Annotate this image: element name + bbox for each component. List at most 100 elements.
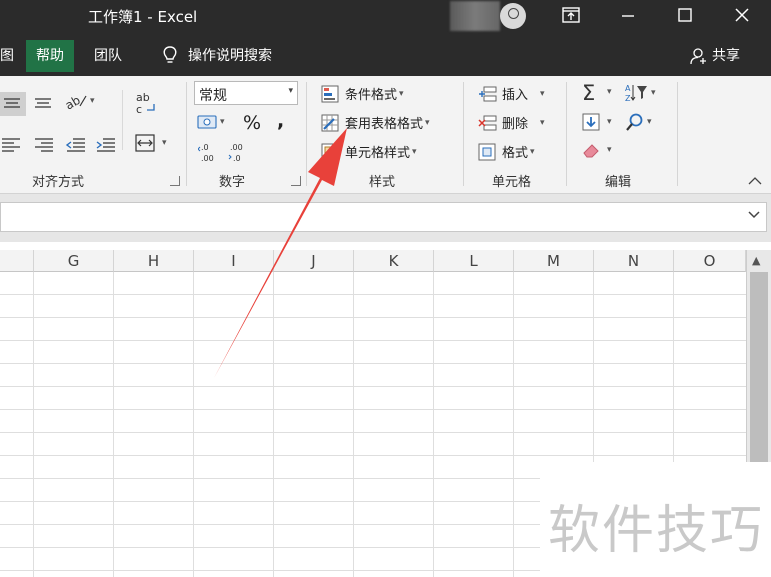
chevron-down-icon: ▾ (90, 96, 95, 106)
maximize-button[interactable] (657, 0, 713, 30)
scroll-up-arrow-icon[interactable]: ▲ (752, 254, 760, 267)
increase-indent-button[interactable] (94, 134, 116, 154)
increase-decimal-button[interactable]: .0.00 (198, 140, 220, 164)
align-middle-icon (35, 98, 51, 108)
column-header-o[interactable]: O (674, 250, 746, 272)
format-as-table-button[interactable]: 套用表格格式 ▾ (321, 113, 430, 132)
align-top-button[interactable] (0, 92, 26, 116)
currency-icon (197, 115, 217, 129)
accounting-format-button[interactable]: ▾ (196, 112, 225, 132)
collapse-ribbon-button[interactable] (748, 176, 762, 186)
find-select-button[interactable]: ▾ (625, 112, 652, 132)
percent-style-button[interactable]: % (243, 112, 261, 134)
wrap-text-button[interactable]: ab c (134, 90, 158, 116)
delete-cells-label: 删除 (502, 117, 529, 132)
chevron-down-icon: ▾ (607, 87, 612, 97)
column-header-k[interactable]: K (354, 250, 434, 272)
tab-view[interactable]: 图 (0, 40, 24, 72)
formula-bar-input[interactable] (0, 202, 767, 232)
merge-center-button[interactable]: ▾ (134, 132, 167, 154)
svg-text:.0: .0 (201, 143, 209, 152)
align-right-button[interactable] (32, 134, 54, 154)
decrease-indent-button[interactable] (64, 134, 86, 154)
number-format-value: 常规 (199, 88, 227, 104)
tell-me-label: 操作说明搜索 (188, 48, 272, 64)
insert-cells-button[interactable]: 插入 ▾ (478, 84, 545, 103)
clear-button[interactable]: ▾ (581, 140, 612, 160)
close-button[interactable] (714, 0, 770, 30)
fill-button[interactable]: ▾ (581, 112, 612, 132)
editing-group: Σ ▾ AZ ▾ ▾ ▾ ▾ 编辑 (567, 76, 677, 194)
chevron-down-icon: ▾ (399, 88, 404, 99)
user-avatar[interactable] (450, 1, 528, 31)
delete-cells-button[interactable]: 删除 ▾ (478, 113, 545, 132)
svg-text:.00: .00 (230, 143, 243, 152)
format-cells-icon (478, 143, 496, 160)
chevron-down-icon (748, 211, 760, 219)
cells-group: 插入 ▾ 删除 ▾ 格式 ▾ 单元格 (464, 76, 566, 194)
cell-styles-button[interactable]: 单元格样式 ▾ (321, 142, 417, 161)
conditional-formatting-button[interactable]: 条件格式 ▾ (321, 84, 404, 103)
svg-text:Σ: Σ (582, 81, 595, 104)
format-cells-button[interactable]: 格式 ▾ (478, 142, 535, 161)
maximize-icon (678, 8, 692, 22)
autosum-button[interactable]: Σ ▾ (581, 80, 612, 104)
align-left-button[interactable] (0, 134, 22, 154)
conditional-formatting-label: 条件格式 (345, 88, 398, 103)
lightbulb-icon (163, 46, 177, 63)
tab-team[interactable]: 团队 (84, 40, 132, 72)
grid-row-line (0, 409, 746, 410)
close-icon (735, 8, 749, 22)
orientation-button[interactable]: ab ▾ (64, 90, 95, 112)
column-header-partial[interactable] (0, 250, 34, 272)
fill-down-icon (582, 113, 600, 131)
ribbon: ab ▾ ab c ▾ 对齐方式 常规 ▾ ▾ % , .0 .00 .00 .… (0, 76, 771, 194)
number-format-dropdown[interactable]: 常规 ▾ (194, 81, 298, 105)
align-top-icon (4, 98, 20, 108)
expand-formula-bar-button[interactable] (748, 210, 760, 220)
alignment-group-label: 对齐方式 (32, 175, 85, 190)
ribbon-display-options-button[interactable] (543, 0, 599, 30)
sort-filter-button[interactable]: AZ ▾ (625, 82, 656, 104)
blurred-account-name (450, 1, 500, 31)
grid-row-line (0, 386, 746, 387)
grid-row-line (0, 363, 746, 364)
minimize-icon (622, 15, 634, 17)
chevron-down-icon: ▾ (647, 117, 652, 127)
minimize-button[interactable] (600, 0, 656, 30)
number-dialog-launcher-icon[interactable] (291, 176, 301, 186)
column-header-i[interactable]: I (194, 250, 274, 272)
delete-rows-icon (478, 115, 497, 130)
cell-styles-icon (321, 143, 339, 160)
svg-text:c: c (136, 103, 142, 116)
watermark: 软件技巧 (540, 462, 771, 577)
chevron-down-icon: ▾ (607, 145, 612, 155)
column-header-m[interactable]: M (514, 250, 594, 272)
align-left-icon (2, 138, 20, 152)
comma-style-button[interactable]: , (277, 110, 284, 132)
eraser-icon (583, 144, 599, 158)
column-header-h[interactable]: H (114, 250, 194, 272)
align-middle-button[interactable] (32, 92, 54, 112)
alignment-dialog-launcher-icon[interactable] (170, 176, 180, 186)
column-header-n[interactable]: N (594, 250, 674, 272)
tab-help[interactable]: 帮助 (26, 40, 74, 72)
svg-text:A: A (625, 84, 631, 93)
text-orientation-icon: ab (64, 93, 87, 112)
chevron-down-icon: ▾ (425, 117, 430, 128)
share-button[interactable]: 共享 (680, 40, 750, 72)
column-header-j[interactable]: J (274, 250, 354, 272)
menu-bar: 图 帮助 团队 操作说明搜索 共享 (0, 34, 771, 76)
svg-text:Z: Z (625, 94, 631, 103)
styles-group-label: 样式 (369, 175, 396, 190)
chevron-down-icon: ▾ (530, 146, 535, 157)
scrollbar-thumb[interactable] (750, 272, 768, 482)
alignment-group: ab ▾ ab c ▾ 对齐方式 (0, 76, 186, 194)
editing-group-label: 编辑 (605, 175, 632, 190)
tell-me-search[interactable]: 操作说明搜索 (152, 40, 282, 72)
column-header-g[interactable]: G (34, 250, 114, 272)
grid-row-line (0, 317, 746, 318)
conditional-format-icon (321, 85, 339, 102)
decrease-decimal-button[interactable]: .00.0 (227, 140, 249, 164)
column-header-l[interactable]: L (434, 250, 514, 272)
